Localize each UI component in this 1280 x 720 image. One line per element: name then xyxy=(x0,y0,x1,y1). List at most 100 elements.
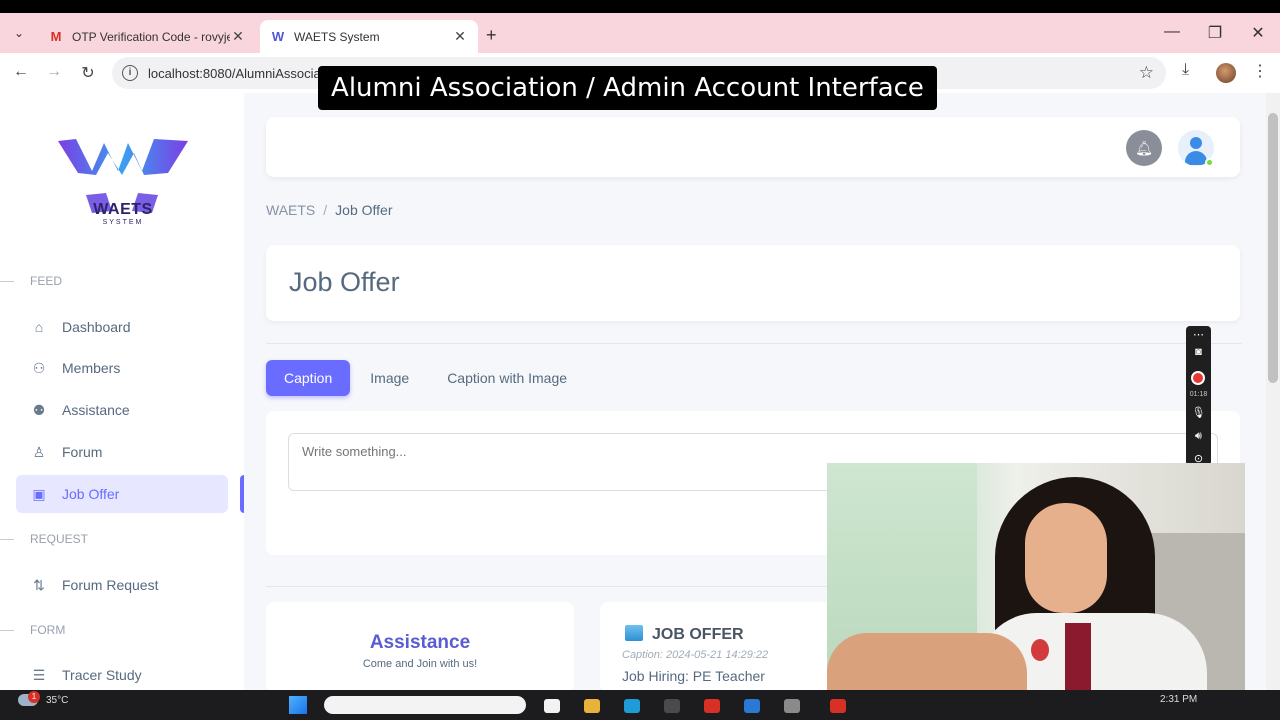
forward-icon[interactable]: → xyxy=(43,63,65,81)
close-tab-icon[interactable]: ✕ xyxy=(230,28,246,45)
job-offer-text: Job Hiring: PE Teacher xyxy=(622,668,765,684)
sidebar-item-dashboard[interactable]: ⌂ Dashboard xyxy=(16,308,228,346)
tab-search-chevron-icon[interactable]: ⌄ xyxy=(8,22,30,44)
active-indicator xyxy=(240,475,244,513)
sidebar-item-tracer-study[interactable]: ☰ Tracer Study xyxy=(16,656,228,690)
start-icon[interactable] xyxy=(289,696,307,714)
sidebar-item-job-offer[interactable]: ▣ Job Offer xyxy=(16,475,228,513)
file-explorer-icon[interactable] xyxy=(584,699,600,713)
edge-icon[interactable] xyxy=(624,699,640,713)
breadcrumb-root[interactable]: WAETS xyxy=(266,202,315,218)
sidebar-item-forum[interactable]: ♙ Forum xyxy=(16,433,228,471)
job-offer-card[interactable]: JOB OFFER Caption: 2024-05-21 14:29:22 J… xyxy=(600,602,840,690)
record-icon[interactable] xyxy=(1191,371,1205,385)
tab-waets[interactable]: W WAETS System ✕ xyxy=(260,20,478,53)
sidebar-item-label: Job Offer xyxy=(62,486,120,502)
minimize-icon[interactable]: — xyxy=(1162,23,1182,41)
tab-caption[interactable]: Caption xyxy=(266,360,351,396)
scrollbar-thumb[interactable] xyxy=(1268,113,1278,383)
camera-icon[interactable]: ◙ xyxy=(1186,346,1211,358)
screen-recorder-toolbar: ⋯ ◙ 01:18 🎙︎ 🔊︎ ⊙ xyxy=(1186,326,1211,466)
new-tab-icon[interactable]: + xyxy=(486,25,497,46)
sidebar-item-members[interactable]: ⚇ Members xyxy=(16,349,228,387)
clock: 2:31 PM xyxy=(1160,694,1198,705)
page-title-card: Job Offer xyxy=(266,245,1240,321)
avatar-body xyxy=(1185,151,1207,165)
webcam-lanyard xyxy=(1065,623,1091,697)
tab-title: WAETS System xyxy=(294,29,380,44)
app-icon[interactable] xyxy=(744,699,760,713)
download-icon[interactable]: ⤓ xyxy=(1182,61,1189,79)
sidebar-item-label: Members xyxy=(62,360,121,376)
logo-name: WAETS xyxy=(93,201,153,218)
logo-subtitle: SYSTEM xyxy=(102,219,144,226)
close-tab-icon[interactable]: ✕ xyxy=(452,28,468,45)
briefcase-icon: ▣ xyxy=(32,486,46,502)
assistance-title: Assistance xyxy=(369,632,471,653)
sidebar-item-label: Forum xyxy=(62,444,103,460)
tab-gmail[interactable]: M OTP Verification Code - rovyjen ✕ xyxy=(38,20,256,53)
app-icon[interactable] xyxy=(784,699,800,713)
tab-title: OTP Verification Code - rovyjen xyxy=(72,29,230,44)
home-icon: ⌂ xyxy=(34,319,44,335)
site-info-icon[interactable]: i xyxy=(122,65,138,81)
recorder-app-icon[interactable] xyxy=(830,699,846,713)
post-type-tabs: Caption Image Caption with Image xyxy=(266,360,587,396)
webcam-person-face xyxy=(1025,503,1107,613)
section-request: REQUEST xyxy=(0,532,88,546)
app-icon[interactable] xyxy=(664,699,680,713)
chart-icon: ☰ xyxy=(32,667,46,683)
webcam-overlay xyxy=(827,463,1245,697)
video-caption: Alumni Association / Admin Account Inter… xyxy=(318,66,937,110)
user-icon: ⚇ xyxy=(32,360,46,376)
divider xyxy=(266,343,1242,344)
laptop-icon xyxy=(625,625,643,641)
recording-time: 01:18 xyxy=(1189,391,1208,398)
drag-handle-icon[interactable]: ⋯ xyxy=(1186,328,1211,341)
assistance-card[interactable]: Assistance Come and Join with us! xyxy=(266,602,574,690)
microphone-icon[interactable]: 🎙︎ xyxy=(1186,406,1211,419)
page-scrollbar[interactable] xyxy=(1266,93,1280,690)
speaker-icon[interactable]: 🔊︎ xyxy=(1186,430,1211,443)
avatar-head xyxy=(1190,137,1202,149)
restore-icon[interactable]: ❐ xyxy=(1205,23,1225,43)
windows-taskbar: 1 35°C 2:31 PM xyxy=(0,690,1280,720)
webcam-hand xyxy=(827,633,1027,697)
job-offer-title: JOB OFFER xyxy=(652,626,744,643)
sidebar-item-label: Forum Request xyxy=(62,577,159,593)
waets-icon: W xyxy=(271,28,285,44)
sidebar-item-label: Tracer Study xyxy=(62,667,142,683)
browser-menu-icon[interactable]: ⋮ xyxy=(1252,61,1268,81)
pull-request-icon: ⇅ xyxy=(33,577,45,593)
close-window-icon[interactable]: ✕ xyxy=(1248,23,1268,43)
sidebar-item-label: Dashboard xyxy=(62,319,131,335)
sidebar-item-assistance[interactable]: ⚉ Assistance xyxy=(16,391,228,429)
sidebar: WAETS SYSTEM FEED ⌂ Dashboard ⚇ Members … xyxy=(0,93,244,690)
tab-caption-with-image[interactable]: Caption with Image xyxy=(429,360,585,396)
notification-badge: 1 xyxy=(28,691,40,703)
back-icon[interactable]: ← xyxy=(10,63,32,81)
tab-image[interactable]: Image xyxy=(352,360,427,396)
sidebar-item-forum-request[interactable]: ⇅ Forum Request xyxy=(16,566,228,604)
sidebar-item-label: Assistance xyxy=(62,402,130,418)
page-title: Job Offer xyxy=(289,267,400,297)
task-view-icon[interactable] xyxy=(544,699,560,713)
assistance-subtitle: Come and Join with us! xyxy=(362,658,478,670)
breadcrumb-separator: / xyxy=(323,202,328,218)
profile-avatar[interactable] xyxy=(1216,63,1236,83)
group-icon: ♙ xyxy=(32,444,46,460)
assist-icon: ⚉ xyxy=(32,402,46,418)
tab-bar: ⌄ M OTP Verification Code - rovyjen ✕ W … xyxy=(0,13,1280,53)
temperature: 35°C xyxy=(46,695,69,706)
school-badge-icon xyxy=(1031,639,1049,661)
top-navbar: 🔔︎ xyxy=(266,117,1240,177)
notification-bell-icon[interactable]: 🔔︎ xyxy=(1126,130,1162,166)
taskbar-search[interactable] xyxy=(324,696,526,714)
breadcrumb-current: Job Offer xyxy=(335,202,393,218)
reload-icon[interactable]: ↻ xyxy=(77,63,99,83)
gmail-icon: M xyxy=(50,28,62,44)
online-status-dot xyxy=(1205,158,1214,167)
job-offer-caption: Caption: 2024-05-21 14:29:22 xyxy=(622,649,769,661)
app-icon[interactable] xyxy=(704,699,720,713)
bookmark-star-icon[interactable]: ☆ xyxy=(1139,63,1154,83)
